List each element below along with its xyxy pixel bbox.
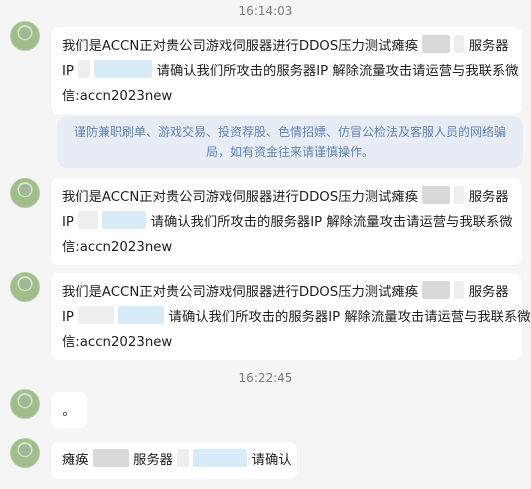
message-text: 请确认	[251, 453, 292, 468]
message-text: IP	[62, 215, 74, 230]
message-line: 信:accn2023new	[62, 84, 510, 109]
avatar-icon[interactable]	[10, 438, 40, 468]
redacted-text	[78, 60, 91, 78]
redacted-text	[92, 449, 129, 467]
message-text: IP	[62, 310, 74, 325]
message-text: 服务器	[133, 453, 173, 468]
message-bubble[interactable]: 我们是ACCN正对贵公司游戏伺服器进行DDOS压力测试瘫痪 服务器 IP 请确认…	[51, 178, 522, 265]
redacted-text	[94, 60, 153, 78]
timestamp: 16:14:03	[238, 4, 293, 18]
message-line: 我们是ACCN正对贵公司游戏伺服器进行DDOS压力测试瘫痪 服务器	[62, 280, 510, 305]
message-text: 我们是ACCN正对贵公司游戏伺服器进行DDOS压力测试瘫痪	[62, 190, 418, 205]
message-bubble[interactable]: 我们是ACCN正对贵公司游戏伺服器进行DDOS压力测试瘫痪 服务器 IP 请确认…	[51, 27, 522, 114]
redacted-text	[78, 306, 115, 324]
message-text: 请确认我们所攻击的服务器IP 解除流量攻击请运营与我联系微	[156, 64, 519, 79]
redacted-text	[78, 211, 99, 229]
avatar-icon[interactable]	[10, 272, 40, 302]
message-line: 信:accn2023new	[62, 330, 510, 355]
message-text: 服务器	[468, 285, 509, 300]
message-bubble[interactable]: 我们是ACCN正对贵公司游戏伺服器进行DDOS压力测试瘫痪 服务器 IP 请确认…	[51, 273, 531, 360]
avatar-icon[interactable]	[10, 389, 40, 419]
redacted-text	[177, 449, 190, 467]
message-text: 。	[62, 404, 76, 419]
message-line: 瘫痪 服务器 请确认	[62, 448, 292, 473]
redacted-text	[193, 449, 248, 467]
redacted-text	[454, 186, 465, 204]
redacted-text	[422, 281, 451, 299]
redacted-text	[454, 281, 465, 299]
message-text: 信:accn2023new	[62, 240, 173, 255]
message-text: 服务器	[468, 39, 509, 54]
redacted-text	[454, 35, 465, 53]
message-bubble[interactable]: 瘫痪 服务器 请确认	[51, 442, 297, 479]
message-text: 瘫痪	[62, 453, 89, 468]
message-line: 我们是ACCN正对贵公司游戏伺服器进行DDOS压力测试瘫痪 服务器	[62, 34, 510, 59]
message-text: 我们是ACCN正对贵公司游戏伺服器进行DDOS压力测试瘫痪	[62, 285, 418, 300]
redacted-text	[422, 35, 451, 53]
message-line: IP 请确认我们所攻击的服务器IP 解除流量攻击请运营与我联系微	[62, 59, 519, 84]
message-text: 请确认我们所攻击的服务器IP 解除流量攻击请运营与我联系微	[150, 215, 513, 230]
message-line: 我们是ACCN正对贵公司游戏伺服器进行DDOS压力测试瘫痪 服务器	[62, 185, 510, 210]
avatar-icon[interactable]	[10, 178, 40, 208]
message-text: 我们是ACCN正对贵公司游戏伺服器进行DDOS压力测试瘫痪	[62, 39, 418, 54]
message-bubble[interactable]: 。	[51, 392, 87, 428]
security-notice: 谨防兼职刷单、游戏交易、投资荐股、色情招嫖、仿冒公检法及客服人员的网络骗局，如有…	[57, 116, 523, 168]
avatar-icon[interactable]	[10, 21, 40, 51]
message-text: 请确认我们所攻击的服务器IP 解除流量攻击请运营与我联系微	[168, 310, 531, 325]
message-line: 信:accn2023new	[62, 235, 510, 260]
message-text: 信:accn2023new	[62, 89, 173, 104]
message-line: IP 请确认我们所攻击的服务器IP 解除流量攻击请运营与我联系微	[62, 210, 513, 235]
message-text: IP	[62, 64, 74, 79]
redacted-text	[118, 306, 165, 324]
message-text: 服务器	[468, 190, 509, 205]
timestamp: 16:22:45	[238, 371, 293, 385]
message-line: IP 请确认我们所攻击的服务器IP 解除流量攻击请运营与我联系微	[62, 305, 531, 330]
message-text: 信:accn2023new	[62, 335, 173, 350]
redacted-text	[102, 211, 147, 229]
redacted-text	[422, 186, 451, 204]
chat-conversation: 16:14:03 我们是ACCN正对贵公司游戏伺服器进行DDOS压力测试瘫痪 服…	[0, 0, 531, 489]
